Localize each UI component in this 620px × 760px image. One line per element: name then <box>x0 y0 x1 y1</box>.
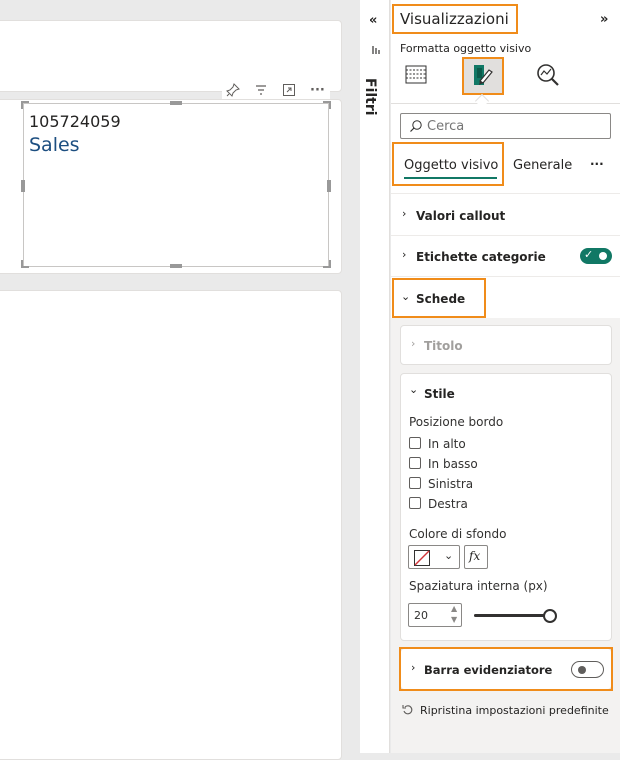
spaziatura-slider[interactable] <box>474 609 557 623</box>
checkbox-in-alto[interactable] <box>409 437 421 449</box>
chevron-right-icon: › <box>402 207 407 220</box>
spaziatura-label: Spaziatura interna (px) <box>409 579 548 593</box>
toggle-knob <box>599 252 607 260</box>
tabs-divider <box>391 193 620 194</box>
resize-handle[interactable] <box>327 180 331 192</box>
stepper-up-icon[interactable]: ▲ <box>451 604 457 613</box>
pane-subtitle: Formatta oggetto visivo <box>400 42 532 55</box>
titolo-label: Titolo <box>424 339 463 353</box>
resize-corner[interactable] <box>21 260 29 268</box>
lower-visual <box>0 290 342 760</box>
expand-pane-icon[interactable]: » <box>600 12 608 27</box>
reset-icon[interactable] <box>402 704 414 719</box>
checkbox-sinistra[interactable] <box>409 477 421 489</box>
card-category-label: Sales <box>29 134 80 156</box>
resize-handle[interactable] <box>170 264 182 268</box>
fx-icon: fx <box>469 549 481 563</box>
section-label: Etichette categorie <box>416 250 546 264</box>
checkbox-label: In basso <box>428 457 478 471</box>
filter-icon <box>372 44 380 58</box>
chevron-right-icon: › <box>411 661 416 674</box>
stepper-down-icon[interactable]: ▼ <box>451 615 457 624</box>
reset-link[interactable]: Ripristina impostazioni predefinite <box>420 704 609 717</box>
fx-button[interactable]: fx <box>464 545 488 569</box>
barra-toggle[interactable] <box>571 661 604 678</box>
more-options-icon[interactable]: ··· <box>590 157 604 171</box>
pane-title: Visualizzazioni <box>400 10 509 28</box>
stile-label[interactable]: Stile <box>424 387 455 401</box>
slider-fill <box>474 614 550 617</box>
resize-handle[interactable] <box>21 180 25 192</box>
more-options-icon[interactable]: ··· <box>310 82 325 100</box>
resize-corner[interactable] <box>323 260 331 268</box>
chevron-down-icon: ⌄ <box>444 549 454 562</box>
checkbox-label: In alto <box>428 437 466 451</box>
search-input[interactable] <box>427 117 607 135</box>
colore-sfondo-label: Colore di sfondo <box>409 527 507 541</box>
toggle-knob <box>578 666 586 674</box>
checkbox-label: Destra <box>428 497 468 511</box>
spaziatura-stepper[interactable]: 20 ▲ ▼ <box>408 603 462 627</box>
checkbox-destra[interactable] <box>409 497 421 509</box>
resize-corner[interactable] <box>21 101 29 109</box>
posizione-bordo-label: Posizione bordo <box>409 415 504 429</box>
barra-evidenziatore-label: Barra evidenziatore <box>424 663 553 677</box>
resize-corner[interactable] <box>323 101 331 109</box>
checkmark-icon: ✓ <box>584 248 594 261</box>
no-color-swatch-icon <box>414 550 430 569</box>
resize-handle[interactable] <box>170 101 182 105</box>
build-visual-icon[interactable] <box>404 62 428 89</box>
spaziatura-value: 20 <box>414 609 428 622</box>
slider-thumb[interactable] <box>543 609 557 623</box>
chevron-right-icon: › <box>411 337 416 350</box>
filters-label[interactable]: Filtri <box>362 78 378 116</box>
tab-oggetto-visivo[interactable]: Oggetto visivo <box>404 158 498 173</box>
checkbox-label: Sinistra <box>428 477 474 491</box>
tab-underline <box>404 177 497 179</box>
format-visual-icon <box>470 62 496 91</box>
chevron-down-icon: ⌄ <box>401 290 411 303</box>
section-label: Schede <box>416 292 466 306</box>
chevron-right-icon: › <box>402 248 407 261</box>
etichette-toggle[interactable]: ✓ <box>580 248 612 264</box>
card-value: 105724059 <box>29 112 121 131</box>
analytics-icon[interactable] <box>535 62 561 91</box>
chevron-down-icon[interactable]: ⌄ <box>409 383 418 396</box>
section-label: Valori callout <box>416 209 506 223</box>
tab-generale[interactable]: Generale <box>513 158 572 173</box>
checkbox-in-basso[interactable] <box>409 457 421 469</box>
collapse-panes-icon[interactable]: « <box>369 13 377 28</box>
search-icon <box>409 119 423 136</box>
color-picker[interactable]: ⌄ <box>408 545 460 569</box>
